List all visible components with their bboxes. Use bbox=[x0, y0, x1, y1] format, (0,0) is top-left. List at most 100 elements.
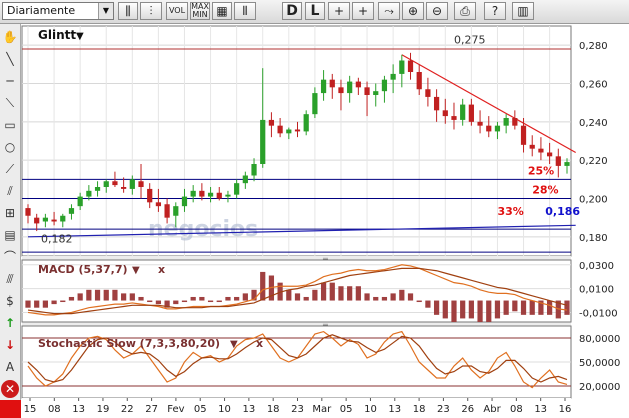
candle-body bbox=[451, 116, 457, 120]
candle-body bbox=[242, 175, 248, 184]
x-tick-label: 08 bbox=[510, 404, 523, 415]
x-tick-label: 05 bbox=[340, 404, 353, 415]
macd-dropdown-icon: ▼ bbox=[132, 265, 140, 276]
macd-histogram-bar bbox=[190, 296, 196, 301]
x-tick-label: 13 bbox=[534, 404, 547, 415]
x-tick-label: 16 bbox=[559, 404, 572, 415]
macd-histogram-bar bbox=[77, 293, 83, 301]
macd-histogram-bar bbox=[355, 286, 361, 301]
macd-histogram-bar bbox=[242, 293, 248, 301]
macd-histogram-bar bbox=[329, 282, 335, 301]
title-dropdown-icon: ▼ bbox=[76, 31, 84, 42]
x-tick-label: 05 bbox=[194, 404, 207, 415]
candle-body bbox=[225, 194, 231, 197]
macd-histogram-bar bbox=[373, 296, 379, 301]
macd-histogram-bar bbox=[320, 282, 327, 301]
candle-body bbox=[94, 187, 101, 191]
price-panel-frame bbox=[21, 25, 572, 257]
macd-histogram-bar bbox=[260, 271, 266, 301]
macd-histogram-bar bbox=[381, 296, 388, 301]
macd-histogram-bar bbox=[347, 286, 353, 301]
candle-body bbox=[407, 60, 414, 72]
candle-body bbox=[555, 156, 561, 166]
macd-histogram-bar bbox=[564, 300, 570, 315]
macd-histogram-bar bbox=[399, 289, 405, 301]
stoch-close-icon: x bbox=[256, 337, 263, 350]
candle-body bbox=[260, 119, 266, 164]
x-tick-label: 15 bbox=[24, 404, 37, 415]
macd-histogram-bar bbox=[416, 300, 422, 303]
candle-body bbox=[468, 104, 474, 122]
macd-histogram-bar bbox=[147, 300, 153, 303]
macd-histogram-bar bbox=[547, 300, 553, 315]
candle-body bbox=[103, 181, 109, 187]
macd-histogram-bar bbox=[112, 289, 118, 301]
macd-histogram-bar bbox=[425, 300, 431, 308]
macd-histogram-bar bbox=[86, 289, 92, 301]
x-tick-label: Fev bbox=[167, 404, 184, 415]
macd-histogram-bar bbox=[25, 300, 31, 308]
macd-histogram-bar bbox=[407, 293, 414, 301]
macd-ytick-label: 0,0300 bbox=[579, 261, 614, 272]
stoch-ytick-label: 80,0000 bbox=[579, 334, 620, 345]
stoch-ytick-label: 50,0000 bbox=[579, 358, 620, 369]
candle-body bbox=[268, 119, 275, 126]
bottom-marker bbox=[0, 400, 21, 418]
candle-body bbox=[460, 104, 466, 120]
x-tick-label: 18 bbox=[413, 404, 426, 415]
macd-histogram-bar bbox=[312, 289, 318, 301]
candle-body bbox=[486, 125, 492, 132]
price-annotation: 0,182 bbox=[41, 233, 73, 246]
candle-body bbox=[277, 125, 283, 134]
macd-histogram-bar bbox=[294, 293, 301, 301]
macd-ytick-label: -0,0100 bbox=[579, 308, 618, 319]
x-tick-label: 18 bbox=[267, 404, 280, 415]
candle-body bbox=[42, 217, 48, 222]
macd-histogram-bar bbox=[68, 296, 75, 301]
candle-body bbox=[512, 118, 518, 126]
candle-body bbox=[86, 190, 92, 197]
macd-close-icon: x bbox=[158, 263, 165, 276]
macd-histogram-bar bbox=[94, 289, 101, 301]
candle-body bbox=[190, 190, 196, 197]
candle-body bbox=[251, 164, 257, 176]
macd-histogram-bar bbox=[364, 293, 370, 301]
candle-body bbox=[355, 81, 361, 88]
macd-histogram-bar bbox=[207, 300, 214, 303]
candle-body bbox=[303, 114, 309, 132]
candle-body bbox=[181, 196, 188, 207]
candle-body bbox=[173, 206, 179, 216]
x-tick-label: 10 bbox=[218, 404, 231, 415]
candle-body bbox=[373, 91, 379, 95]
panel-splitter bbox=[22, 322, 571, 326]
macd-histogram-bar bbox=[512, 300, 518, 312]
price-panel-title: Glintt bbox=[38, 28, 76, 42]
macd-histogram-bar bbox=[468, 300, 474, 319]
candle-body bbox=[538, 148, 544, 153]
macd-histogram-bar bbox=[42, 300, 48, 308]
macd-histogram-bar bbox=[173, 300, 179, 305]
candle-body bbox=[112, 181, 118, 186]
candle-body bbox=[320, 79, 327, 94]
panel-splitter bbox=[22, 256, 571, 260]
x-tick-label: 13 bbox=[72, 404, 85, 415]
macd-histogram-bar bbox=[103, 289, 109, 301]
x-tick-label: 22 bbox=[121, 404, 134, 415]
macd-histogram-bar bbox=[486, 300, 492, 322]
macd-panel-title: MACD (5,37,7) bbox=[38, 263, 128, 276]
macd-histogram-bar bbox=[138, 296, 144, 301]
candle-body bbox=[347, 81, 353, 94]
macd-histogram-bar bbox=[338, 286, 344, 301]
macd-histogram-bar bbox=[529, 300, 535, 315]
candle-body bbox=[547, 152, 553, 157]
x-tick-label: Mar bbox=[312, 404, 332, 415]
candle-body bbox=[416, 72, 422, 90]
macd-histogram-bar bbox=[216, 300, 222, 303]
candle-body bbox=[520, 125, 527, 145]
stoch-ytick-label: 20,0000 bbox=[579, 382, 620, 393]
price-ytick-label: 0,260 bbox=[579, 80, 608, 91]
macd-histogram-bar bbox=[234, 296, 240, 301]
x-tick-label: 23 bbox=[437, 404, 450, 415]
candle-body bbox=[381, 79, 388, 92]
macd-histogram-bar bbox=[51, 300, 57, 305]
